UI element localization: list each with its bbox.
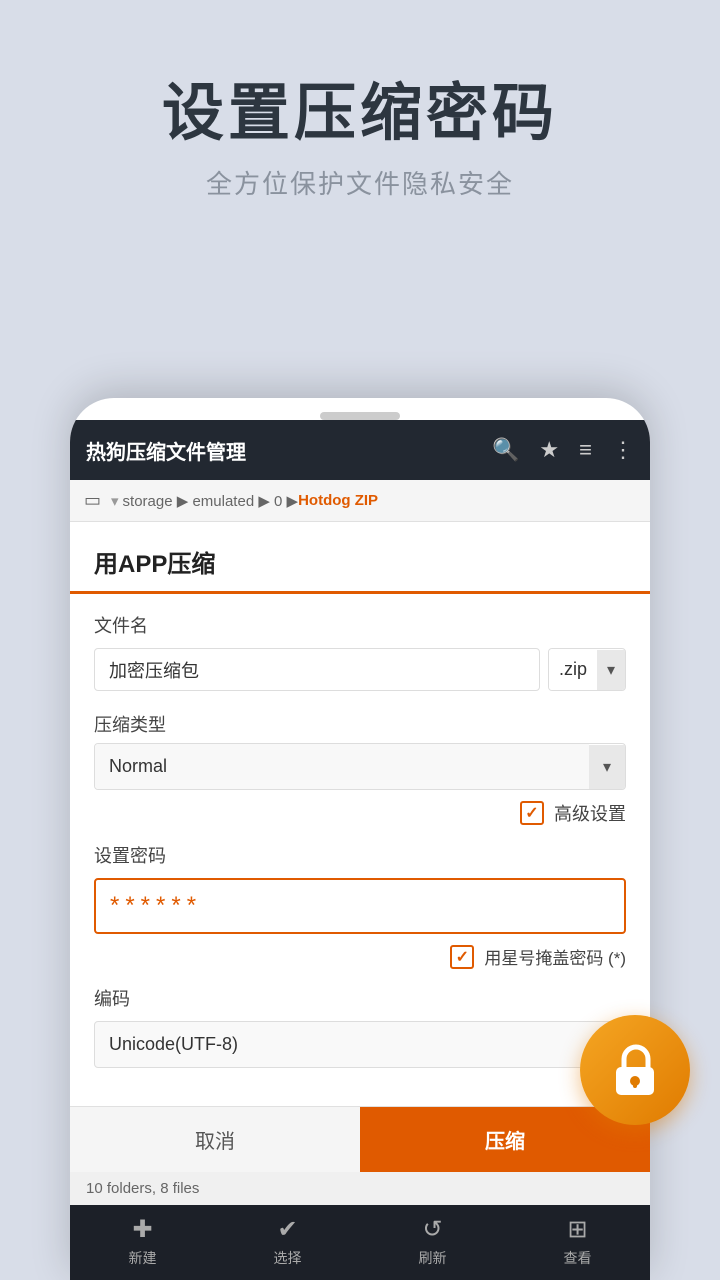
filename-input[interactable] <box>94 648 540 691</box>
filename-row: .zip ▾ <box>94 648 626 691</box>
password-field[interactable]: ****** <box>94 878 626 934</box>
more-icon[interactable]: ⋮ <box>612 437 634 463</box>
float-lock-button[interactable] <box>580 1015 690 1125</box>
nav-item-refresh[interactable]: ↺ 刷新 <box>360 1205 505 1280</box>
encoding-input[interactable] <box>94 1021 626 1068</box>
mask-row: ✓ 用星号掩盖密码 (*) <box>94 944 626 969</box>
nav-item-view[interactable]: ⊞ 查看 <box>505 1205 650 1280</box>
advanced-checkbox[interactable]: ✓ <box>520 801 544 825</box>
refresh-icon: ↺ <box>422 1215 442 1244</box>
page-bg-title: 设置压缩密码 <box>0 80 720 148</box>
encoding-label: 编码 <box>94 985 626 1011</box>
page-bg-subtitle: 全方位保护文件隐私安全 <box>0 164 720 201</box>
app-title: 热狗压缩文件管理 <box>86 436 492 465</box>
advanced-row: ✓ 高级设置 <box>94 800 626 826</box>
breadcrumb-current[interactable]: Hotdog ZIP <box>298 492 378 509</box>
filename-label: 文件名 <box>94 612 626 638</box>
dialog-header: 用APP压缩 <box>70 522 650 594</box>
phone-frame: 热狗压缩文件管理 🔍 ★ ≡ ⋮ ▭ ▾ storage ▶ emulated … <box>70 398 650 1280</box>
mask-label: 用星号掩盖密码 (*) <box>484 944 626 969</box>
breadcrumb-arrow: ▾ <box>111 492 119 510</box>
menu-icon[interactable]: ≡ <box>579 437 592 463</box>
mask-checkbox[interactable]: ✓ <box>450 945 474 969</box>
cancel-button[interactable]: 取消 <box>70 1107 360 1172</box>
compress-dialog: 用APP压缩 文件名 .zip ▾ 压缩类型 Normal ▾ ✓ <box>70 522 650 1172</box>
nav-label-view: 查看 <box>564 1248 592 1268</box>
mask-check-mark-icon: ✓ <box>456 947 469 967</box>
advanced-label: 高级设置 <box>554 800 626 826</box>
compression-label: 压缩类型 <box>94 711 626 737</box>
bottom-nav: ✚ 新建 ✔ 选择 ↺ 刷新 ⊞ 查看 <box>70 1205 650 1280</box>
password-label: 设置密码 <box>94 842 626 868</box>
app-toolbar: 热狗压缩文件管理 🔍 ★ ≡ ⋮ <box>70 420 650 480</box>
view-icon: ⊞ <box>567 1215 587 1244</box>
file-info-bar: 10 folders, 8 files <box>70 1172 650 1205</box>
check-mark-icon: ✓ <box>525 803 538 823</box>
dialog-body: 文件名 .zip ▾ 压缩类型 Normal ▾ ✓ 高级设置 <box>70 594 650 1106</box>
toolbar-icons: 🔍 ★ ≡ ⋮ <box>492 437 634 463</box>
extension-selector: .zip ▾ <box>548 648 626 691</box>
star-icon[interactable]: ★ <box>539 437 559 463</box>
password-value: ****** <box>110 892 202 919</box>
nav-item-select[interactable]: ✔ 选择 <box>215 1205 360 1280</box>
lock-icon <box>606 1041 664 1099</box>
nav-label-select: 选择 <box>274 1248 302 1268</box>
dialog-buttons: 取消 压缩 <box>70 1106 650 1172</box>
compression-dropdown-btn[interactable]: ▾ <box>589 745 625 789</box>
extension-label: .zip <box>549 649 597 690</box>
nav-label-new: 新建 <box>129 1248 157 1268</box>
nav-label-refresh: 刷新 <box>419 1248 447 1268</box>
search-icon[interactable]: 🔍 <box>492 437 519 463</box>
compression-value: Normal <box>95 744 589 789</box>
dialog-title: 用APP压缩 <box>94 544 626 579</box>
extension-dropdown-btn[interactable]: ▾ <box>597 650 625 690</box>
breadcrumb-path: storage ▶ emulated ▶ 0 ▶ <box>123 492 299 510</box>
breadcrumb: ▭ ▾ storage ▶ emulated ▶ 0 ▶ Hotdog ZIP <box>70 480 650 522</box>
device-icon: ▭ <box>84 490 101 511</box>
new-icon: ✚ <box>132 1215 152 1244</box>
nav-item-new[interactable]: ✚ 新建 <box>70 1205 215 1280</box>
compression-selector[interactable]: Normal ▾ <box>94 743 626 790</box>
phone-speaker <box>320 412 400 420</box>
select-icon: ✔ <box>277 1215 297 1244</box>
